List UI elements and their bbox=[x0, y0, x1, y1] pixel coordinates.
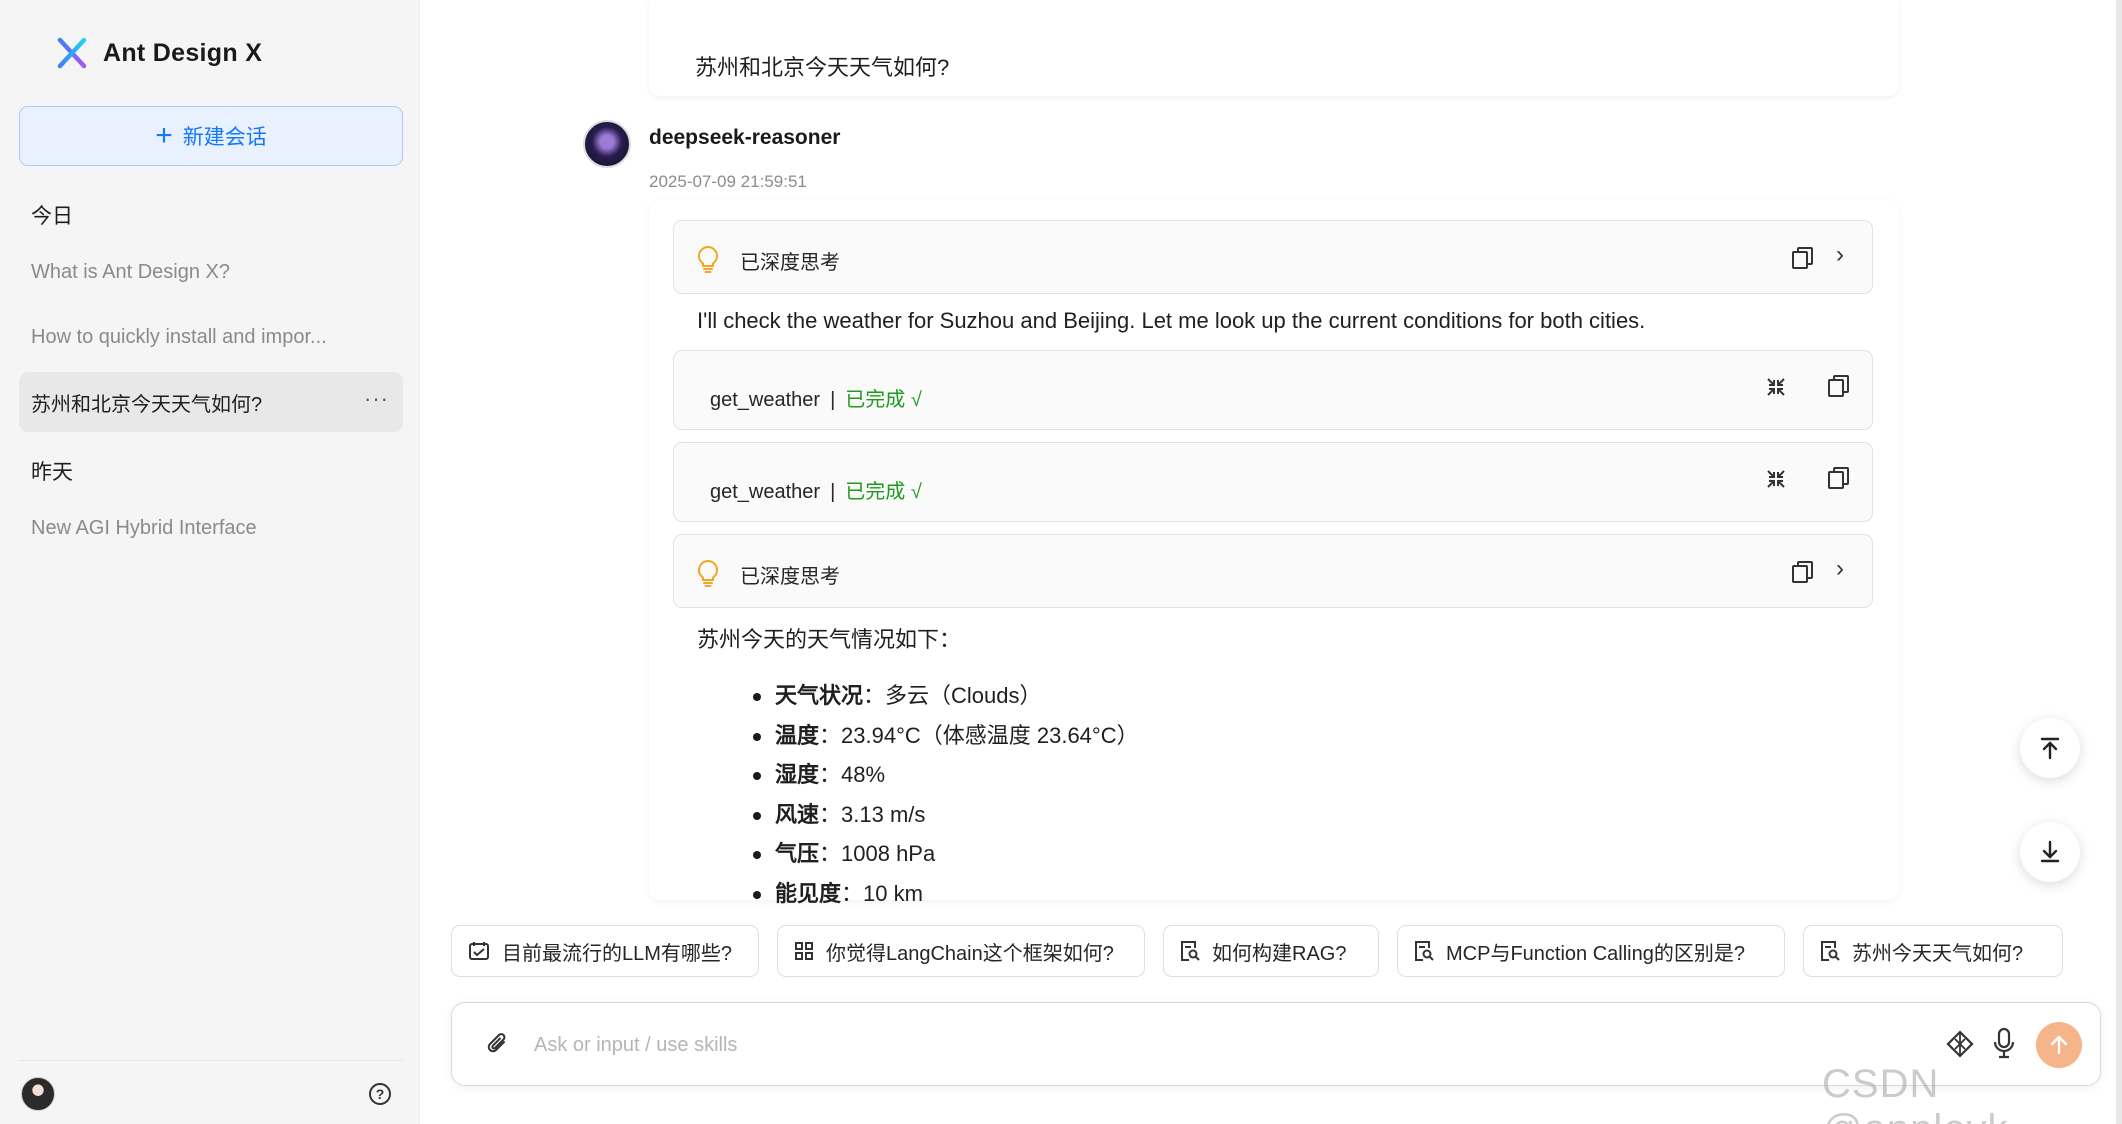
tool-call-panel[interactable]: get_weather | 已完成 √ bbox=[673, 442, 1873, 522]
detail-key: 天气状况 bbox=[775, 683, 864, 708]
bot-avatar bbox=[583, 120, 631, 168]
tool-status: 已完成 √ bbox=[845, 389, 922, 411]
detail-value: ：10 km bbox=[841, 880, 923, 906]
thought-chain-panel[interactable]: 已深度思考 › bbox=[673, 534, 1873, 608]
chevron-right-icon[interactable]: › bbox=[1836, 555, 1844, 583]
new-chat-button[interactable]: + 新建会话 bbox=[19, 106, 403, 166]
scroll-to-top-button[interactable] bbox=[2020, 718, 2080, 778]
scroll-to-bottom-button[interactable] bbox=[2020, 822, 2080, 882]
tool-name: get_weather bbox=[710, 481, 821, 503]
copy-icon[interactable] bbox=[1828, 467, 1849, 489]
brand-name: Ant Design X bbox=[103, 38, 263, 67]
tool-call-text: get_weather | 已完成 √ bbox=[710, 383, 922, 412]
new-chat-label: 新建会话 bbox=[182, 126, 267, 149]
plus-icon: + bbox=[155, 119, 173, 152]
arrow-to-bottom-icon bbox=[2040, 840, 2060, 863]
prompt-chip[interactable]: 你觉得LangChain这个框架如何? bbox=[777, 925, 1145, 977]
group-title-yesterday: 昨天 bbox=[31, 461, 73, 484]
conversation-item[interactable]: New AGI Hybrid Interface bbox=[19, 498, 403, 558]
thought-chain-panel[interactable]: 已深度思考 › bbox=[673, 220, 1873, 294]
calendar-icon bbox=[469, 942, 489, 960]
detail-key: 能见度 bbox=[775, 880, 842, 906]
detail-value: ：48% bbox=[819, 762, 886, 787]
file-search-icon bbox=[1821, 941, 1840, 961]
chat-main: 苏州和北京今天天气如何? deepseek-reasoner 2025-07-0… bbox=[421, 0, 2122, 1124]
ant-design-x-logo-icon bbox=[57, 37, 87, 69]
conversation-label: How to quickly install and impor... bbox=[31, 325, 327, 348]
tool-name: get_weather bbox=[710, 389, 821, 411]
copy-icon[interactable] bbox=[1792, 561, 1813, 583]
page-scrollbar[interactable] bbox=[2116, 0, 2122, 1124]
prompt-label: 你觉得LangChain这个框架如何? bbox=[826, 942, 1114, 965]
list-item: 气压：1008 hPa bbox=[753, 836, 1139, 876]
tool-status: 已完成 √ bbox=[845, 481, 922, 503]
list-item: 湿度：48% bbox=[753, 757, 1139, 797]
list-item: 温度：23.94°C（体感温度 23.64°C） bbox=[753, 718, 1139, 758]
prompt-label: MCP与Function Calling的区别是? bbox=[1446, 942, 1745, 965]
user-avatar[interactable] bbox=[21, 1077, 55, 1111]
tool-call-panel[interactable]: get_weather | 已完成 √ bbox=[673, 350, 1873, 430]
conversation-item[interactable]: How to quickly install and impor... bbox=[19, 307, 403, 367]
list-item: 天气状况：多云（Clouds） bbox=[753, 678, 1139, 718]
detail-key: 湿度 bbox=[775, 762, 820, 787]
sidebar-footer: ? bbox=[19, 1060, 403, 1124]
lightbulb-icon bbox=[697, 245, 719, 273]
detail-value: ：1008 hPa bbox=[819, 841, 936, 866]
copy-icon[interactable] bbox=[1792, 247, 1813, 269]
message-timestamp: 2025-07-09 21:59:51 bbox=[649, 172, 807, 191]
file-search-icon bbox=[1181, 941, 1200, 961]
chevron-right-icon[interactable]: › bbox=[1836, 241, 1844, 269]
prompt-chip[interactable]: 目前最流行的LLM有哪些? bbox=[451, 925, 759, 977]
tool-separator: | bbox=[830, 481, 836, 503]
collapse-icon[interactable] bbox=[1764, 375, 1788, 399]
bot-intro-text: I'll check the weather for Suzhou and Be… bbox=[697, 308, 1646, 333]
tool-call-text: get_weather | 已完成 √ bbox=[710, 475, 922, 504]
more-icon[interactable]: ··· bbox=[364, 386, 389, 412]
weather-details-list: 天气状况：多云（Clouds） 温度：23.94°C（体感温度 23.64°C）… bbox=[753, 678, 1139, 915]
brand[interactable]: Ant Design X bbox=[55, 32, 262, 74]
conversation-item[interactable]: What is Ant Design X? bbox=[19, 242, 403, 302]
list-item: 能见度：10 km bbox=[753, 876, 1139, 916]
prompt-chip[interactable]: 如何构建RAG? bbox=[1163, 925, 1379, 977]
conversation-label: 苏州和北京今天天气如何? bbox=[31, 393, 263, 416]
collapse-icon[interactable] bbox=[1764, 467, 1788, 491]
help-icon[interactable]: ? bbox=[369, 1083, 391, 1105]
paperclip-icon[interactable] bbox=[486, 1031, 510, 1057]
prompt-chip[interactable]: MCP与Function Calling的区别是? bbox=[1397, 925, 1785, 977]
microphone-icon[interactable] bbox=[1992, 1027, 2016, 1059]
sidebar: Ant Design X + 新建会话 今日 What is Ant Desig… bbox=[0, 0, 420, 1124]
detail-key: 温度 bbox=[775, 722, 820, 748]
copy-icon[interactable] bbox=[1828, 375, 1849, 397]
watermark: CSDN @appleyk bbox=[1822, 1062, 2007, 1124]
arrow-up-icon bbox=[2050, 1035, 2068, 1055]
detail-value: ：多云（Clouds） bbox=[863, 683, 1042, 708]
file-search-icon bbox=[1415, 941, 1434, 961]
conversation-label: New AGI Hybrid Interface bbox=[31, 516, 257, 539]
detail-key: 气压 bbox=[775, 841, 820, 866]
thought-label: 已深度思考 bbox=[740, 566, 840, 588]
bot-name: deepseek-reasoner bbox=[649, 126, 841, 149]
thought-label: 已深度思考 bbox=[740, 252, 840, 274]
prompt-label: 如何构建RAG? bbox=[1212, 942, 1347, 965]
group-title-today: 今日 bbox=[31, 205, 73, 228]
grid-icon bbox=[795, 942, 813, 960]
conversation-label: What is Ant Design X? bbox=[31, 260, 230, 283]
message-input[interactable] bbox=[534, 1023, 1834, 1067]
lightbulb-icon bbox=[697, 559, 719, 587]
arrow-to-top-icon bbox=[2040, 737, 2060, 760]
detail-value: ：3.13 m/s bbox=[819, 801, 926, 827]
answer-intro: 苏州今天的天气情况如下： bbox=[697, 627, 962, 652]
prompt-label: 目前最流行的LLM有哪些? bbox=[502, 942, 733, 965]
skills-icon[interactable] bbox=[1945, 1029, 1975, 1059]
tool-separator: | bbox=[830, 389, 836, 411]
list-item: 风速：3.13 m/s bbox=[753, 797, 1139, 837]
conversation-item-active[interactable]: 苏州和北京今天天气如何? ··· bbox=[19, 372, 403, 432]
prompt-chip[interactable]: 苏州今天天气如何? bbox=[1803, 925, 2063, 977]
prompt-label: 苏州今天天气如何? bbox=[1852, 942, 2024, 965]
detail-value: ：23.94°C（体感温度 23.64°C） bbox=[819, 722, 1139, 748]
detail-key: 风速 bbox=[775, 801, 820, 827]
user-message-bubble: 苏州和北京今天天气如何? bbox=[649, 0, 1899, 96]
